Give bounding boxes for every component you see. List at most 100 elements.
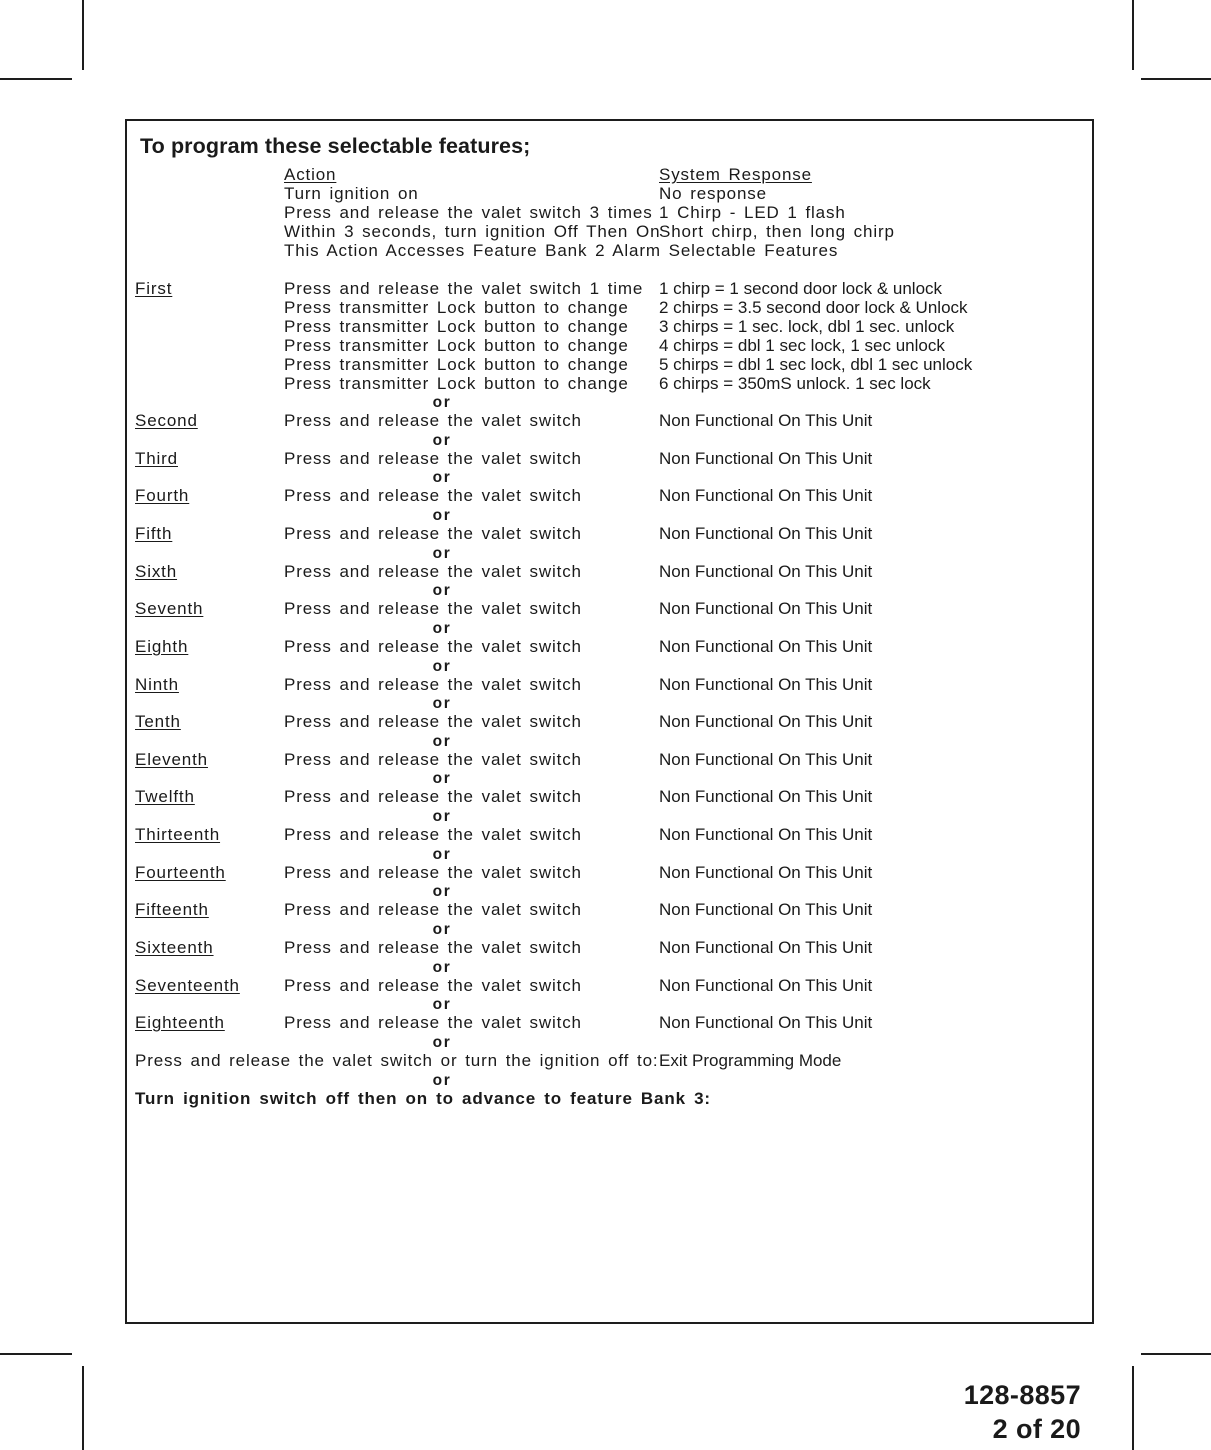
page-footer: 128-8857 2 of 20 xyxy=(964,1378,1081,1446)
feature-response-16: Non Functional On This Unit xyxy=(659,1013,873,1032)
table-row: Press and release the valet switch or tu… xyxy=(127,1051,1092,1070)
table-row: Seventh Press and release the valet switc… xyxy=(127,599,1092,618)
table-row: Fourth Press and release the valet switch… xyxy=(127,486,1092,505)
first-action-3: Press transmitter Lock button to change xyxy=(284,336,629,355)
table-row: Seventeenth Press and release the valet s… xyxy=(127,976,1092,995)
feature-ordinal-twelfth: Twelfth xyxy=(135,787,195,806)
table-row: Tenth Press and release the valet switch N… xyxy=(127,712,1092,731)
action-column-header: Action xyxy=(284,165,337,184)
table-row: Fifth Press and release the valet switch N… xyxy=(127,524,1092,543)
or-separator: or xyxy=(432,1072,452,1089)
or-separator: or xyxy=(432,808,452,825)
feature-response-3: Non Functional On This Unit xyxy=(659,524,873,543)
feature-action-7: Press and release the valet switch xyxy=(284,675,582,694)
table-row: Press transmitter Lock button to change 6… xyxy=(127,374,1092,393)
page-number: 2 of 20 xyxy=(992,1414,1081,1444)
crop-mark-top-right-vertical xyxy=(1132,0,1134,70)
feature-ordinal-fifteenth: Fifteenth xyxy=(135,900,209,919)
intro-response-2: Short chirp, then long chirp xyxy=(659,222,895,241)
first-action-2: Press transmitter Lock button to change xyxy=(284,317,629,336)
feature-response-2: Non Functional On This Unit xyxy=(659,486,873,505)
table-row: Sixteenth Press and release the valet swi… xyxy=(127,938,1092,957)
or-separator: or xyxy=(432,695,452,712)
crop-mark-bottom-right-vertical xyxy=(1132,1366,1134,1450)
feature-ordinal-third: Third xyxy=(135,449,178,468)
or-separator: or xyxy=(432,883,452,900)
feature-ordinal-thirteenth: Thirteenth xyxy=(135,825,221,844)
feature-action-11: Press and release the valet switch xyxy=(284,825,582,844)
feature-action-2: Press and release the valet switch xyxy=(284,486,582,505)
or-separator: or xyxy=(432,582,452,599)
table-row: Turn ignition on No response xyxy=(127,184,1092,203)
advance-to-bank-3-note: Turn ignition switch off then on to adva… xyxy=(135,1089,711,1108)
or-separator: or xyxy=(432,959,452,976)
table-row: Third Press and release the valet switch N… xyxy=(127,449,1092,468)
feature-action-15: Press and release the valet switch xyxy=(284,976,582,995)
feature-ordinal-seventeenth: Seventeenth xyxy=(135,976,240,995)
feature-action-10: Press and release the valet switch xyxy=(284,787,582,806)
table-row: First Press and release the valet switch … xyxy=(127,279,1092,298)
or-separator: or xyxy=(432,507,452,524)
table-row: Action System Response xyxy=(127,165,1092,184)
feature-action-5: Press and release the valet switch xyxy=(284,599,582,618)
feature-response-11: Non Functional On This Unit xyxy=(659,825,873,844)
feature-ordinal-fourth: Fourth xyxy=(135,486,190,505)
feature-response-1: Non Functional On This Unit xyxy=(659,449,873,468)
feature-response-0: Non Functional On This Unit xyxy=(659,411,873,430)
or-separator: or xyxy=(432,545,452,562)
feature-action-6: Press and release the valet switch xyxy=(284,637,582,656)
first-response-4: 5 chirps = dbl 1 sec lock, dbl 1 sec unl… xyxy=(659,355,973,374)
feature-ordinal-second: Second xyxy=(135,411,198,430)
exit-response-label: Exit Programming Mode xyxy=(659,1051,842,1070)
intro-response-0: No response xyxy=(659,184,767,203)
feature-action-1: Press and release the valet switch xyxy=(284,449,582,468)
or-separator: or xyxy=(432,1034,452,1051)
feature-action-12: Press and release the valet switch xyxy=(284,863,582,882)
feature-ordinal-eighth: Eighth xyxy=(135,637,189,656)
feature-response-10: Non Functional On This Unit xyxy=(659,787,873,806)
table-row: Eleventh Press and release the valet swit… xyxy=(127,750,1092,769)
or-separator: or xyxy=(432,394,452,411)
table-row: Press and release the valet switch 3 tim… xyxy=(127,203,1092,222)
table-row: Ninth Press and release the valet switch N… xyxy=(127,675,1092,694)
feature-response-7: Non Functional On This Unit xyxy=(659,675,873,694)
feature-ordinal-ninth: Ninth xyxy=(135,675,179,694)
feature-response-6: Non Functional On This Unit xyxy=(659,637,873,656)
first-action-1: Press transmitter Lock button to change xyxy=(284,298,629,317)
table-row: Thirteenth Press and release the valet sw… xyxy=(127,825,1092,844)
table-row: Fifteenth Press and release the valet swi… xyxy=(127,900,1092,919)
or-separator: or xyxy=(432,432,452,449)
feature-ordinal-first: First xyxy=(135,279,173,298)
table-row: Eighth Press and release the valet switch… xyxy=(127,637,1092,656)
response-column-header: System Response xyxy=(659,165,812,184)
feature-response-14: Non Functional On This Unit xyxy=(659,938,873,957)
intro-response-1: 1 Chirp - LED 1 flash xyxy=(659,203,846,222)
crop-mark-bottom-right-horizontal xyxy=(1141,1353,1211,1355)
table-row: Sixth Press and release the valet switch N… xyxy=(127,562,1092,581)
crop-mark-top-left-vertical xyxy=(82,0,84,70)
feature-ordinal-eleventh: Eleventh xyxy=(135,750,208,769)
first-action-4: Press transmitter Lock button to change xyxy=(284,355,629,374)
feature-action-13: Press and release the valet switch xyxy=(284,900,582,919)
intro-action-3: This Action Accesses Feature Bank 2 Alar… xyxy=(284,241,839,260)
table-row: Press transmitter Lock button to change 2… xyxy=(127,298,1092,317)
feature-ordinal-seventh: Seventh xyxy=(135,599,204,618)
first-response-3: 4 chirps = dbl 1 sec lock, 1 sec unlock xyxy=(659,336,945,355)
feature-response-4: Non Functional On This Unit xyxy=(659,562,873,581)
feature-action-0: Press and release the valet switch xyxy=(284,411,582,430)
or-separator: or xyxy=(432,620,452,637)
or-separator: or xyxy=(432,996,452,1013)
first-response-0: 1 chirp = 1 second door lock & unlock xyxy=(659,279,943,298)
crop-mark-top-left-horizontal xyxy=(0,78,72,80)
feature-response-9: Non Functional On This Unit xyxy=(659,750,873,769)
programming-instructions-panel: To program these selectable features; Ac… xyxy=(125,119,1094,1324)
feature-ordinal-tenth: Tenth xyxy=(135,712,181,731)
table-row: Twelfth Press and release the valet switc… xyxy=(127,787,1092,806)
intro-action-0: Turn ignition on xyxy=(284,184,419,203)
table-row: Second Press and release the valet switch… xyxy=(127,411,1092,430)
feature-ordinal-sixteenth: Sixteenth xyxy=(135,938,214,957)
table-row: Press transmitter Lock button to change 3… xyxy=(127,317,1092,336)
or-separator: or xyxy=(432,921,452,938)
or-separator: or xyxy=(432,733,452,750)
first-response-2: 3 chirps = 1 sec. lock, dbl 1 sec. unloc… xyxy=(659,317,955,336)
